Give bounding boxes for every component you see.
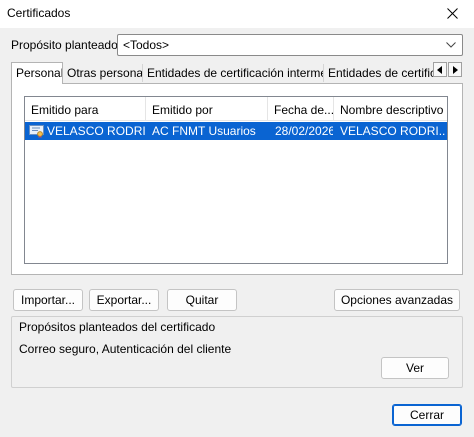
title-bar: Certificados [0, 0, 474, 28]
tab-certification-authorities[interactable]: Entidades de certificación [324, 64, 433, 82]
tab-scroll-left-button[interactable] [433, 62, 447, 77]
cell-issued-to: VELASCO RODRIG... [47, 124, 145, 138]
export-button[interactable]: Exportar... [89, 289, 159, 311]
tab-strip: Personal Otras personas Entidades de cer… [11, 62, 433, 84]
close-button[interactable]: Cerrar [392, 404, 462, 426]
cell-issued-by: AC FNMT Usuarios [152, 124, 256, 138]
list-header: Emitido para Emitido por Fecha de... Nom… [25, 97, 447, 121]
remove-button[interactable]: Quitar [167, 289, 237, 311]
certificate-purposes-title: Propósitos planteados del certificado [19, 320, 220, 334]
chevron-down-icon [446, 42, 456, 48]
arrow-right-icon [453, 66, 458, 74]
certificate-icon [29, 125, 44, 138]
advanced-options-button[interactable]: Opciones avanzadas [334, 289, 460, 311]
table-row[interactable]: VELASCO RODRIG... AC FNMT Usuarios 28/02… [25, 122, 447, 140]
window-title: Certificados [7, 6, 71, 20]
tab-panel-personal: Emitido para Emitido por Fecha de... Nom… [11, 83, 463, 275]
arrow-left-icon [437, 66, 442, 74]
purpose-select-value: <Todos> [123, 38, 170, 52]
column-expiration[interactable]: Fecha de... [268, 97, 334, 121]
cell-friendly-name: VELASCO RODRI... [340, 124, 445, 138]
close-icon [447, 8, 458, 19]
tab-intermediate-cas[interactable]: Entidades de certificación intermedias [143, 64, 324, 82]
purpose-label: Propósito planteado: [11, 38, 122, 52]
tab-other-people[interactable]: Otras personas [63, 64, 143, 82]
tab-scroll-right-button[interactable] [448, 62, 462, 77]
certificate-list[interactable]: Emitido para Emitido por Fecha de... Nom… [24, 96, 448, 264]
column-issued-to[interactable]: Emitido para [25, 97, 146, 121]
import-button[interactable]: Importar... [13, 289, 83, 311]
column-issued-by[interactable]: Emitido por [146, 97, 268, 121]
view-button[interactable]: Ver [381, 357, 449, 379]
tab-personal[interactable]: Personal [11, 62, 63, 84]
certificates-dialog: Certificados Propósito planteado: <Todos… [0, 0, 474, 437]
certificate-purposes-value: Correo seguro, Autenticación del cliente [19, 342, 232, 356]
close-window-button[interactable] [432, 0, 474, 28]
purpose-select[interactable]: <Todos> [117, 34, 463, 56]
cell-expiration: 28/02/2026 [275, 124, 333, 138]
column-friendly-name[interactable]: Nombre descriptivo [334, 97, 447, 121]
